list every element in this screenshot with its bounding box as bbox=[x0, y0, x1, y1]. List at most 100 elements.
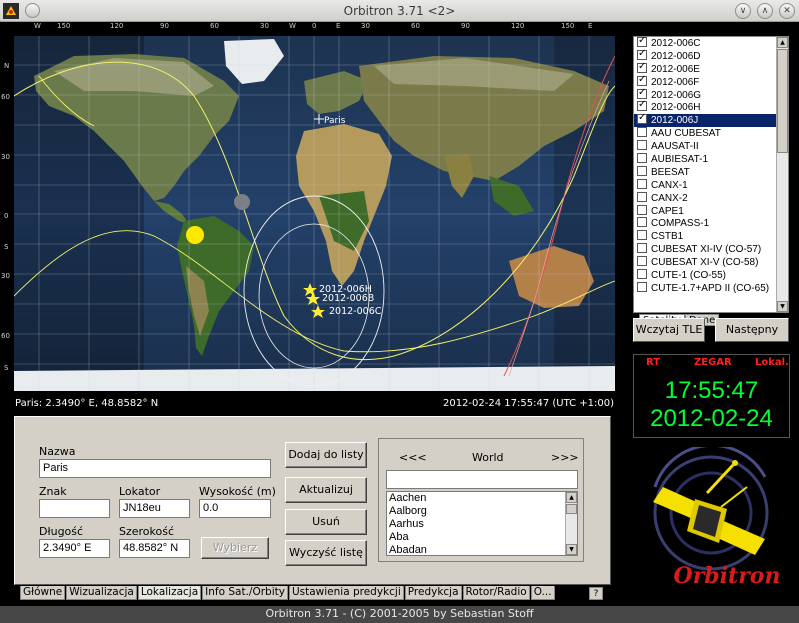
tab-location[interactable]: Lokalizacja bbox=[137, 586, 202, 600]
satellite-list-item[interactable]: BEESAT bbox=[634, 165, 777, 179]
choose-button[interactable]: Wybierz bbox=[201, 537, 269, 559]
scroll-down-icon[interactable]: ▼ bbox=[777, 301, 788, 312]
satellite-list-item[interactable]: AAUSAT-II bbox=[634, 140, 777, 153]
checkbox-icon[interactable] bbox=[637, 243, 647, 254]
checkbox-icon[interactable] bbox=[637, 140, 647, 151]
checkbox-checked-icon[interactable] bbox=[637, 74, 647, 87]
satellite-list-item[interactable]: 2012-006C bbox=[634, 37, 777, 50]
scale-label: W bbox=[289, 22, 296, 30]
checkbox-checked-icon[interactable] bbox=[637, 48, 647, 61]
satellite-list-item[interactable]: AAU CUBESAT bbox=[634, 127, 777, 140]
satellite-list-item[interactable]: 2012-006G bbox=[634, 87, 777, 102]
clear-list-button[interactable]: Wyczyść listę bbox=[285, 540, 367, 566]
checkbox-icon[interactable] bbox=[637, 191, 647, 202]
map-canvas[interactable]: Paris 2012-006H 2012-006B 2012-006C bbox=[14, 36, 615, 391]
city-list-item[interactable]: Aarhus bbox=[387, 518, 567, 531]
satellite-name: CANX-2 bbox=[651, 192, 688, 204]
tab-prediction[interactable]: Predykcja bbox=[404, 586, 462, 600]
checkbox-checked-icon[interactable] bbox=[637, 37, 647, 48]
checkbox-icon[interactable] bbox=[637, 178, 647, 189]
checkbox-checked-icon[interactable] bbox=[637, 87, 647, 99]
sign-field[interactable] bbox=[39, 499, 110, 518]
right-panel: 2012-006C2012-006D2012-006E2012-006F2012… bbox=[629, 22, 799, 606]
satellite-list-item[interactable]: 2012-006D bbox=[634, 48, 777, 63]
altitude-field[interactable]: 0.0 bbox=[199, 499, 271, 518]
checkbox-icon[interactable] bbox=[637, 281, 647, 292]
satellite-list-scrollbar[interactable]: ▲ ▼ bbox=[776, 37, 788, 312]
satellite-list-item[interactable]: COMPASS-1 bbox=[634, 217, 777, 230]
longitude-field[interactable]: 2.3490° E bbox=[39, 539, 110, 558]
checkbox-icon[interactable] bbox=[637, 230, 647, 241]
load-tle-button[interactable]: Wczytaj TLE bbox=[633, 318, 705, 342]
tab-sat-info[interactable]: Info Sat./Orbity bbox=[202, 586, 288, 600]
checkbox-icon[interactable] bbox=[637, 165, 647, 176]
satellite-list-item[interactable]: CSTB1 bbox=[634, 230, 777, 243]
help-button[interactable]: ? bbox=[589, 587, 603, 600]
update-button[interactable]: Aktualizuj bbox=[285, 477, 367, 503]
satellite-list-item[interactable]: 2012-006J bbox=[634, 112, 777, 128]
minimize-button[interactable]: ∨ bbox=[735, 3, 751, 19]
scroll-up-icon[interactable]: ▲ bbox=[566, 492, 577, 503]
locator-field[interactable]: JN18eu bbox=[119, 499, 190, 518]
name-field[interactable]: Paris bbox=[39, 459, 271, 478]
city-list-item[interactable]: Aachen bbox=[387, 492, 567, 505]
satellite-list[interactable]: 2012-006C2012-006D2012-006E2012-006F2012… bbox=[633, 36, 789, 313]
tab-about[interactable]: O... bbox=[530, 586, 555, 600]
scale-label: 150 bbox=[561, 22, 575, 30]
satellite-list-item[interactable]: 2012-006H bbox=[634, 99, 777, 114]
satellite-name: 2012-006D bbox=[651, 50, 701, 62]
checkbox-icon[interactable] bbox=[637, 256, 647, 267]
maximize-button[interactable]: ∧ bbox=[757, 3, 773, 19]
region-prev-button[interactable]: <<< bbox=[399, 451, 427, 464]
satellite-list-item[interactable]: 2012-006F bbox=[634, 74, 777, 89]
world-map[interactable]: Paris 2012-006H 2012-006B 2012-006C bbox=[14, 36, 615, 391]
satellite-list-item[interactable]: CUTE-1 (CO-55) bbox=[634, 269, 777, 282]
add-to-list-button[interactable]: Dodaj do listy bbox=[285, 442, 367, 468]
satellite-name: 2012-006J bbox=[651, 115, 699, 127]
tab-prediction-settings[interactable]: Ustawienia predykcji bbox=[288, 586, 404, 600]
city-search-input[interactable] bbox=[386, 470, 578, 489]
city-list-item[interactable]: Abadan bbox=[387, 544, 567, 555]
scale-label: E bbox=[588, 22, 593, 30]
checkbox-icon[interactable] bbox=[637, 217, 647, 228]
satellite-list-item[interactable]: CUBESAT XI-V (CO-58) bbox=[634, 256, 777, 269]
tab-main[interactable]: Główne bbox=[20, 586, 66, 600]
scroll-thumb[interactable] bbox=[566, 504, 577, 514]
scroll-thumb[interactable] bbox=[777, 49, 788, 153]
close-button[interactable]: ✕ bbox=[779, 3, 795, 19]
satellite-list-item[interactable]: AUBIESAT-1 bbox=[634, 153, 777, 166]
satellite-list-item[interactable]: 2012-006E bbox=[634, 61, 777, 76]
city-list-item[interactable]: Aba bbox=[387, 531, 567, 544]
checkbox-icon[interactable] bbox=[637, 204, 647, 215]
mode-clock[interactable]: ZEGAR bbox=[694, 357, 732, 368]
checkbox-icon[interactable] bbox=[637, 153, 647, 164]
satellite-name: BEESAT bbox=[651, 166, 690, 178]
satellite-list-item[interactable]: CUBESAT XI-IV (CO-57) bbox=[634, 243, 777, 256]
mode-local[interactable]: Lokal. bbox=[755, 357, 789, 368]
satellite-list-item[interactable]: CUTE-1.7+APD II (CO-65) bbox=[634, 281, 777, 295]
tab-visualization[interactable]: Wizualizacja bbox=[66, 586, 137, 600]
satellite-list-item[interactable]: CANX-1 bbox=[634, 178, 777, 192]
checkbox-icon[interactable] bbox=[637, 127, 647, 138]
mode-rt[interactable]: RT bbox=[646, 357, 660, 368]
checkbox-checked-icon[interactable] bbox=[637, 112, 647, 125]
orbitron-logo: Orbitron bbox=[653, 447, 780, 589]
scroll-up-icon[interactable]: ▲ bbox=[777, 37, 788, 48]
city-list[interactable]: Aachen Aalborg Aarhus Aba Abadan ▲ ▼ bbox=[386, 491, 578, 556]
remove-button[interactable]: Usuń bbox=[285, 509, 367, 535]
satellite-name: CUBESAT XI-IV (CO-57) bbox=[651, 244, 762, 256]
latitude-field[interactable]: 48.8582° N bbox=[119, 539, 190, 558]
satellite-name: CANX-1 bbox=[651, 179, 688, 191]
scroll-down-icon[interactable]: ▼ bbox=[566, 544, 577, 555]
checkbox-checked-icon[interactable] bbox=[637, 99, 647, 112]
city-list-item[interactable]: Aalborg bbox=[387, 505, 567, 518]
satellite-list-item[interactable]: CANX-2 bbox=[634, 191, 777, 205]
next-button[interactable]: Następny bbox=[715, 318, 789, 342]
tab-rotor-radio[interactable]: Rotor/Radio bbox=[462, 586, 530, 600]
longitude-scale: W 150 120 90 60 30 W 0 E 30 60 90 120 15… bbox=[14, 22, 615, 36]
checkbox-checked-icon[interactable] bbox=[637, 61, 647, 74]
city-list-scrollbar[interactable]: ▲ ▼ bbox=[565, 492, 577, 555]
checkbox-icon[interactable] bbox=[637, 269, 647, 280]
region-next-button[interactable]: >>> bbox=[551, 451, 579, 464]
satellite-list-item[interactable]: CAPE1 bbox=[634, 204, 777, 218]
